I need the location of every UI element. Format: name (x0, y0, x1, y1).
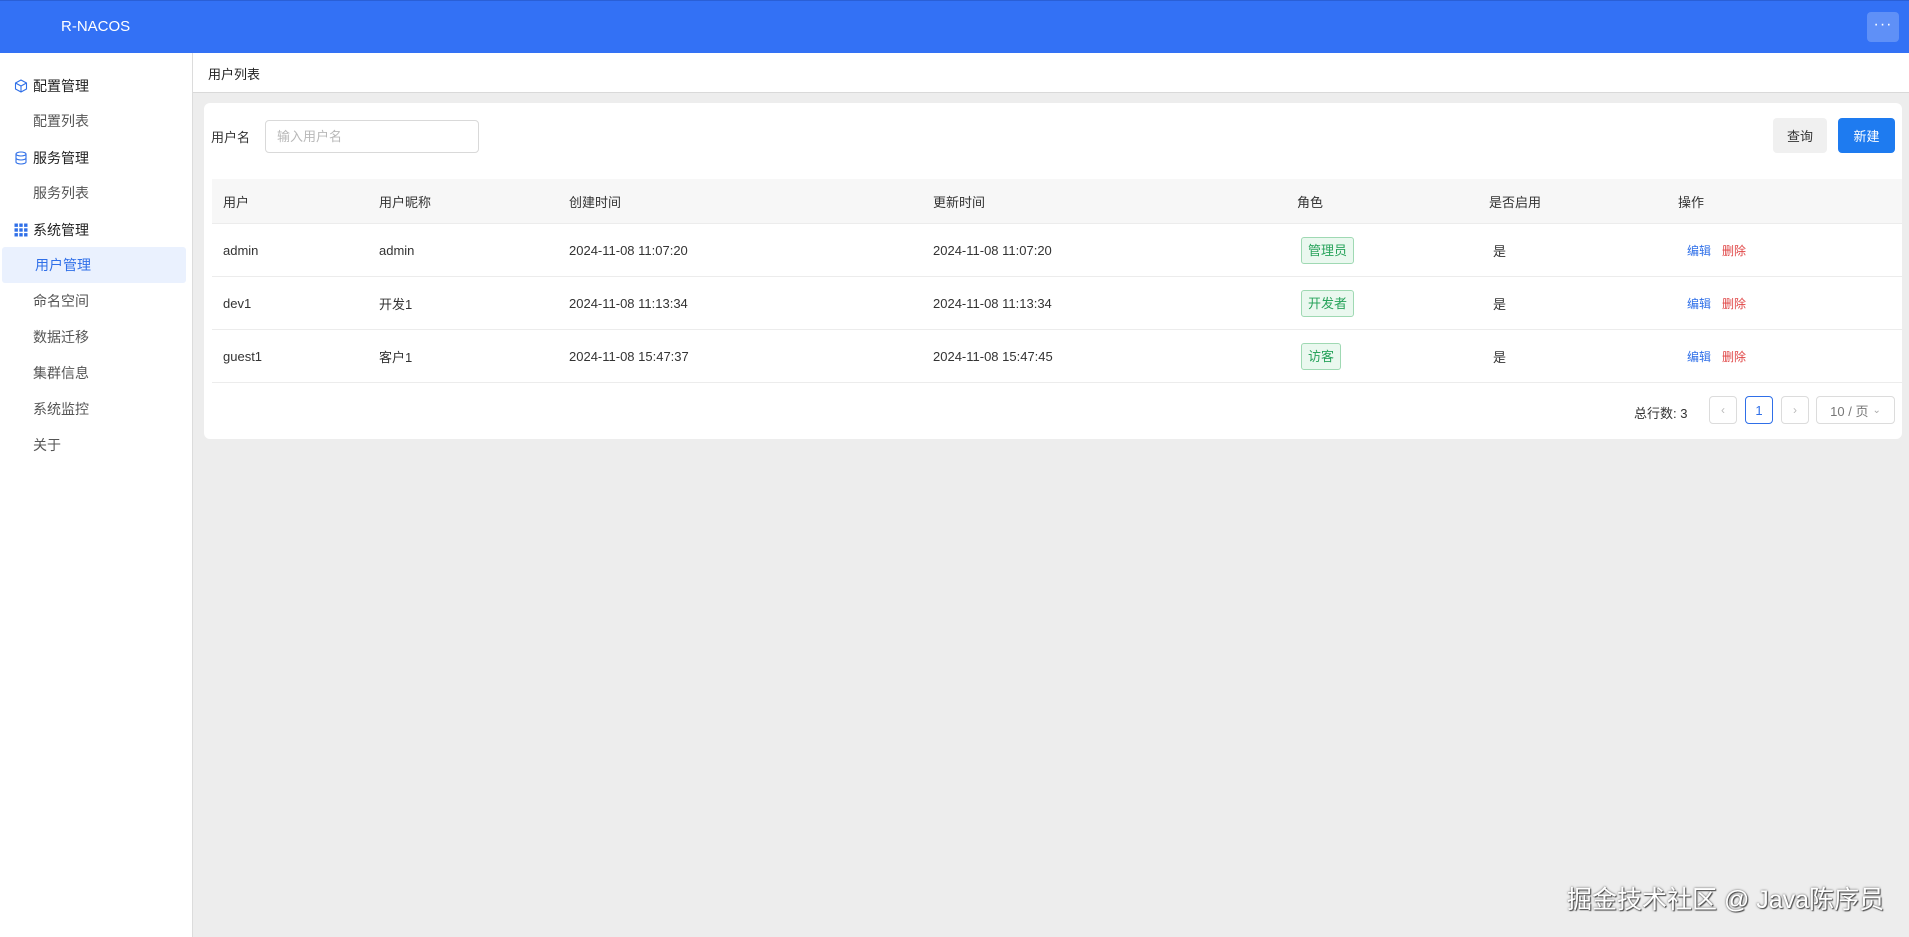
sidebar-group-system[interactable]: 系统管理 (13, 220, 89, 240)
cell-enabled: 是 (1493, 349, 1507, 365)
sidebar-item-system-monitor[interactable]: 系统监控 (0, 391, 184, 427)
cell-user: admin (223, 242, 259, 258)
table-row: guest1 客户1 2024-11-08 15:47:37 2024-11-0… (212, 330, 1902, 383)
database-icon (13, 151, 28, 166)
page-number-button[interactable]: 1 (1745, 396, 1773, 424)
prev-page-button[interactable]: ‹ (1709, 396, 1737, 424)
next-page-button[interactable]: › (1781, 396, 1809, 424)
sidebar-group-config[interactable]: 配置管理 (13, 76, 89, 96)
cell-role: 管理员 (1301, 224, 1355, 276)
sidebar-item-config-list[interactable]: 配置列表 (0, 103, 184, 139)
cell-actions: 编辑 删除 (1687, 224, 1746, 276)
table-row: dev1 开发1 2024-11-08 11:13:34 2024-11-08 … (212, 277, 1902, 330)
sidebar-group-label: 配置管理 (33, 78, 89, 94)
edit-link[interactable]: 编辑 (1687, 295, 1711, 312)
user-list-card: 用户名 查询 新建 用户 用户昵称 创建时间 更新时间 角色 是否启用 操作 a… (204, 103, 1902, 439)
table-header: 用户 用户昵称 创建时间 更新时间 角色 是否启用 操作 (212, 179, 1902, 224)
chevron-left-icon: ‹ (1721, 403, 1725, 417)
create-button[interactable]: 新建 (1838, 118, 1895, 153)
cell-role: 开发者 (1301, 277, 1355, 329)
cell-created: 2024-11-08 11:07:20 (569, 242, 688, 258)
watermark: 掘金技术社区 @ Java陈序员 (1567, 886, 1885, 914)
column-header-enabled: 是否启用 (1489, 194, 1542, 210)
tab-bar: 用户列表 (193, 53, 1909, 93)
cell-updated: 2024-11-08 11:07:20 (933, 242, 1052, 258)
grid-icon (13, 223, 28, 238)
cell-user: guest1 (223, 348, 263, 364)
query-button[interactable]: 查询 (1773, 118, 1827, 153)
cell-nickname: 开发1 (379, 296, 413, 312)
column-header-nickname: 用户昵称 (379, 194, 432, 210)
tab-user-list[interactable]: 用户列表 (208, 64, 260, 83)
cell-actions: 编辑 删除 (1687, 330, 1746, 382)
more-menu-button[interactable]: ··· (1867, 12, 1899, 42)
sidebar-item-namespace[interactable]: 命名空间 (0, 283, 184, 319)
delete-link[interactable]: 删除 (1722, 295, 1746, 312)
top-header: R-NACOS ··· (0, 0, 1909, 53)
sidebar-group-service[interactable]: 服务管理 (13, 148, 89, 168)
edit-link[interactable]: 编辑 (1687, 242, 1711, 259)
column-header-user: 用户 (223, 194, 250, 210)
cell-updated: 2024-11-08 15:47:45 (933, 348, 1053, 364)
cell-enabled: 是 (1493, 296, 1507, 312)
user-table: 用户 用户昵称 创建时间 更新时间 角色 是否启用 操作 admin admin… (212, 179, 1902, 383)
sidebar-group-label: 服务管理 (33, 150, 89, 166)
search-label: 用户名 (211, 130, 251, 145)
chevron-right-icon: › (1793, 403, 1797, 417)
page-size-value: 10 / 页 (1830, 403, 1869, 419)
page-size-select[interactable]: 10 / 页 ⌄ (1816, 396, 1895, 424)
cell-created: 2024-11-08 15:47:37 (569, 348, 689, 364)
role-tag: 访客 (1301, 342, 1342, 370)
sidebar-item-about[interactable]: 关于 (0, 427, 184, 463)
sidebar-group-label: 系统管理 (33, 222, 89, 238)
cell-nickname: 客户1 (379, 349, 413, 365)
total-count: 总行数: 3 (1634, 406, 1688, 421)
cube-icon (13, 79, 28, 94)
chevron-down-icon: ⌄ (1872, 404, 1881, 416)
cell-updated: 2024-11-08 11:13:34 (933, 295, 1052, 311)
sidebar-item-cluster-info[interactable]: 集群信息 (0, 355, 184, 391)
column-header-role: 角色 (1297, 194, 1324, 210)
cell-created: 2024-11-08 11:13:34 (569, 295, 688, 311)
table-row: admin admin 2024-11-08 11:07:20 2024-11-… (212, 224, 1902, 277)
cell-nickname: admin (379, 242, 415, 258)
column-header-actions: 操作 (1678, 194, 1705, 210)
column-header-updated: 更新时间 (933, 194, 986, 210)
cell-role: 访客 (1301, 330, 1342, 382)
column-header-created: 创建时间 (569, 194, 622, 210)
cell-actions: 编辑 删除 (1687, 277, 1746, 329)
app-title: R-NACOS (61, 18, 131, 35)
delete-link[interactable]: 删除 (1722, 242, 1746, 259)
username-search-input[interactable] (265, 120, 479, 153)
sidebar-item-data-migration[interactable]: 数据迁移 (0, 319, 184, 355)
sidebar-item-user-management[interactable]: 用户管理 (2, 247, 186, 283)
role-tag: 管理员 (1301, 236, 1355, 264)
delete-link[interactable]: 删除 (1722, 348, 1746, 365)
edit-link[interactable]: 编辑 (1687, 348, 1711, 365)
sidebar-item-service-list[interactable]: 服务列表 (0, 175, 184, 211)
role-tag: 开发者 (1301, 289, 1355, 317)
cell-user: dev1 (223, 295, 252, 311)
more-icon: ··· (1873, 16, 1893, 33)
sidebar: 配置管理 配置列表 服务管理 服务列表 系统管理 用户管理 命名空间 数据迁移 … (0, 53, 193, 937)
cell-enabled: 是 (1493, 243, 1507, 259)
